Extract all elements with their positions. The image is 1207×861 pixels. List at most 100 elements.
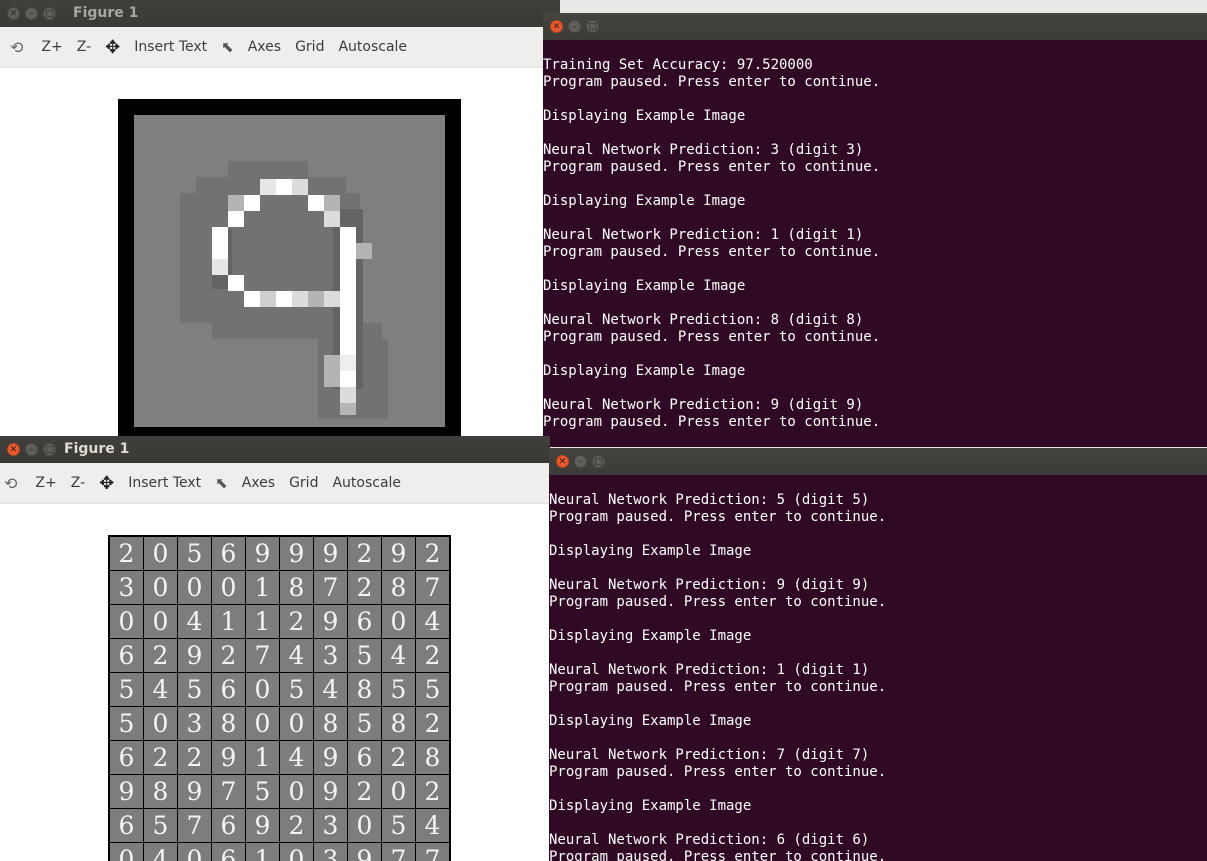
insert-text-button[interactable]: Insert Text [128,475,201,491]
figure-canvas[interactable]: 2056999292300018728700411296046292743542… [0,504,550,861]
digit-cell: 1 [246,571,279,604]
close-button[interactable]: ✕ [7,7,20,20]
terminal-line: Program paused. Press enter to continue. [549,849,887,861]
maximize-button[interactable]: □ [43,443,56,456]
digit-grid: 2056999292300018728700411296046292743542… [108,535,451,861]
pointer-icon[interactable]: ⬉ [215,474,228,492]
terminal-line: Displaying Example Image [543,193,746,209]
minimize-button[interactable]: – [25,7,38,20]
digit-cell: 6 [212,673,245,706]
grid-button[interactable]: Grid [289,475,318,491]
terminal-line: Program paused. Press enter to continue. [543,414,881,430]
figure-toolbar: ⟲ Z+ Z- ✥ Insert Text ⬉ Axes Grid Autosc… [0,463,550,504]
insert-text-button[interactable]: Insert Text [134,39,207,55]
terminal-output[interactable]: Neural Network Prediction: 5 (digit 5) Pr… [549,475,1207,861]
digit-cell: 3 [314,639,347,672]
terminal-window-top: ✕ – □ Training Set Accuracy: 97.520000 Pr… [543,13,1207,447]
maximize-button[interactable]: □ [586,20,599,33]
digit-image [118,99,461,439]
terminal-output[interactable]: Training Set Accuracy: 97.520000 Program … [543,40,1207,447]
figure-titlebar[interactable]: ✕ – □ Figure 1 [0,436,550,463]
digit-cell: 6 [212,843,245,861]
figure-canvas[interactable] [0,68,560,440]
digit-cell: 2 [280,605,313,638]
axes-button[interactable]: Axes [248,39,281,55]
minimize-button[interactable]: – [25,443,38,456]
terminal-titlebar[interactable]: ✕ – □ [549,448,1207,475]
digit-cell: 9 [246,809,279,842]
figure-titlebar[interactable]: ✕ – □ Figure 1 [0,0,560,27]
digit-cell: 4 [280,741,313,774]
digit-cell: 2 [280,809,313,842]
minimize-button[interactable]: – [568,20,581,33]
maximize-button[interactable]: □ [43,7,56,20]
digit-cell: 3 [178,707,211,740]
grid-button[interactable]: Grid [295,39,324,55]
digit-cell: 6 [348,741,381,774]
digit-cell: 0 [110,843,143,861]
digit-cell: 5 [110,673,143,706]
digit-cell: 9 [212,741,245,774]
digit-cell: 3 [314,843,347,861]
digit-cell: 6 [348,605,381,638]
terminal-titlebar[interactable]: ✕ – □ [543,13,1207,40]
zoom-in-button[interactable]: Z+ [35,475,56,491]
digit-cell: 2 [416,537,449,570]
autoscale-button[interactable]: Autoscale [332,475,401,491]
zoom-out-button[interactable]: Z- [71,475,85,491]
maximize-button[interactable]: □ [592,455,605,468]
figure-window-bottom: ✕ – □ Figure 1 ⟲ Z+ Z- ✥ Insert Text ⬉ A… [0,436,550,861]
digit-cell: 0 [110,605,143,638]
digit-cell: 0 [280,775,313,808]
digit-cell: 1 [246,605,279,638]
digit-cell: 6 [110,639,143,672]
autoscale-button[interactable]: Autoscale [338,39,407,55]
minimize-button[interactable]: – [574,455,587,468]
digit-cell: 2 [416,707,449,740]
close-button[interactable]: ✕ [7,443,20,456]
digit-cell: 5 [246,775,279,808]
close-button[interactable]: ✕ [550,20,563,33]
digit-cell: 8 [314,707,347,740]
digit-cell: 0 [178,571,211,604]
digit-cell: 9 [314,775,347,808]
pan-icon[interactable]: ✥ [105,37,120,58]
digit-cell: 7 [314,571,347,604]
digit-cell: 8 [348,673,381,706]
digit-cell: 6 [110,741,143,774]
terminal-line: Neural Network Prediction: 9 (digit 9) [549,577,870,593]
pan-icon[interactable]: ✥ [99,473,114,494]
digit-cell: 2 [144,741,177,774]
axes-button[interactable]: Axes [242,475,275,491]
terminal-line: Program paused. Press enter to continue. [549,594,887,610]
terminal-line: Neural Network Prediction: 1 (digit 1) [543,227,864,243]
terminal-line: Displaying Example Image [543,363,746,379]
digit-cell: 2 [382,741,415,774]
pointer-icon[interactable]: ⬉ [221,38,234,56]
terminal-line: Neural Network Prediction: 5 (digit 5) [549,492,870,508]
zoom-out-button[interactable]: Z- [77,39,91,55]
rotate-icon[interactable]: ⟲ [4,474,17,493]
digit-cell: 0 [246,707,279,740]
digit-cell: 6 [110,809,143,842]
digit-cell: 2 [110,537,143,570]
digit-cell: 2 [348,775,381,808]
digit-cell: 2 [416,775,449,808]
close-button[interactable]: ✕ [556,455,569,468]
terminal-line: Program paused. Press enter to continue. [549,509,887,525]
digit-cell: 0 [212,571,245,604]
digit-cell: 0 [382,775,415,808]
digit-cell: 8 [416,741,449,774]
digit-cell: 9 [110,775,143,808]
zoom-in-button[interactable]: Z+ [41,39,62,55]
rotate-icon[interactable]: ⟲ [10,38,23,57]
